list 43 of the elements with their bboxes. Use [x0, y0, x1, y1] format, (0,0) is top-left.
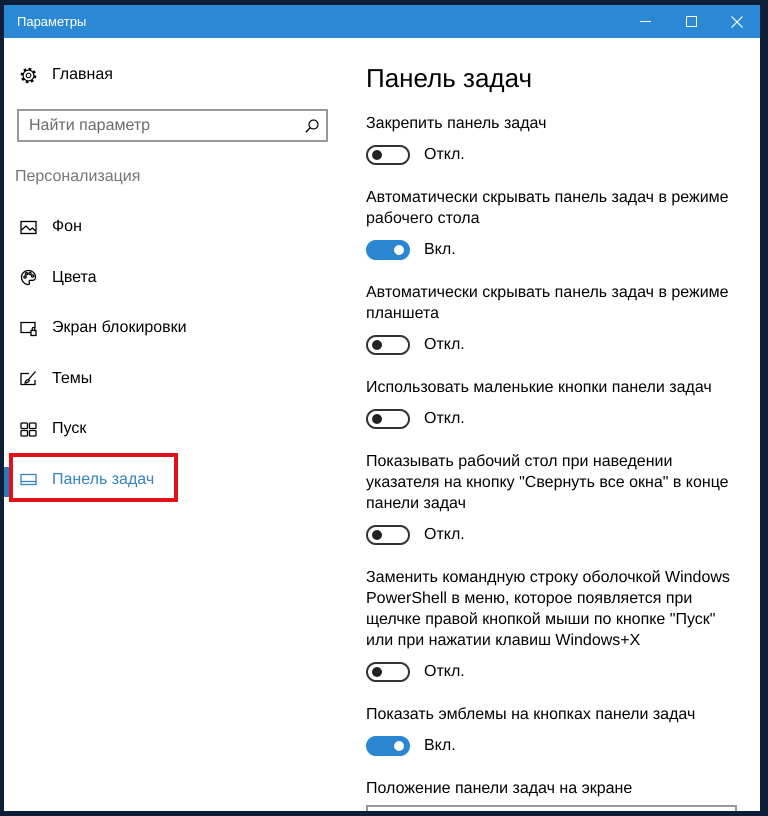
setting-label: Закрепить панель задач [366, 114, 548, 134]
toggle-state-label: Откл. [424, 524, 465, 544]
setting-label: Автоматически скрывать панель задач в режиме рабочего стола [366, 188, 730, 228]
toggle-switch[interactable] [366, 662, 410, 682]
toggle-state-label: Откл. [424, 662, 465, 682]
tiles-icon [20, 420, 37, 438]
setting-label: Показать эмблемы на кнопках панели задач [366, 704, 696, 724]
monitor-lock-icon [20, 320, 37, 337]
toggle-state-label: Откл. [424, 334, 465, 354]
picture-icon [20, 218, 37, 236]
home-link[interactable]: Главная [4, 55, 344, 95]
toggle-switch[interactable] [366, 736, 410, 756]
dropdown-label: Положение панели задач на экране [366, 778, 634, 798]
palette-icon [20, 269, 37, 286]
window-title: Параметры [16, 12, 88, 31]
section-header: Персонализация [15, 167, 142, 187]
toggle-state-label: Вкл. [424, 240, 456, 260]
sidebar-item[interactable]: Темы [4, 354, 344, 404]
setting-label: Показывать рабочий стол при наведении указателя на кнопку "Свернуть все окна" в конце панели задач [366, 452, 730, 514]
sidebar-item[interactable]: Панель задач [4, 454, 344, 505]
page-title: Панель задач [366, 62, 534, 94]
search-icon [305, 118, 319, 132]
sidebar-item[interactable]: Пуск [4, 404, 344, 454]
toggle-state-label: Откл. [424, 144, 465, 164]
maximize-icon [686, 16, 696, 27]
theme-brush-icon [20, 370, 37, 388]
minimize-icon [640, 21, 650, 22]
toggle-state-label: Откл. [424, 408, 465, 428]
toggle-switch[interactable] [366, 524, 410, 544]
toggle-switch[interactable] [366, 240, 410, 260]
toggle-state-label: Вкл. [424, 736, 456, 756]
sidebar-item[interactable]: Цвета [4, 252, 344, 303]
sidebar-item[interactable]: Экран блокировки [4, 303, 344, 354]
gear-icon [20, 66, 37, 84]
toggle-switch[interactable] [366, 334, 410, 354]
setting-label: Автоматически скрывать панель задач в режиме планшета [366, 282, 730, 324]
close-icon [731, 16, 743, 28]
toggle-switch[interactable] [366, 408, 410, 428]
search-field[interactable]: Найти параметр [17, 109, 328, 142]
sidebar-item[interactable]: Фон [4, 202, 344, 252]
setting-label: Использовать маленькие кнопки панели задач [366, 378, 713, 398]
setting-label: Заменить командную строку оболочкой Windows PowerShell в меню, которое появляется при щелчке правой кнопкой мыши по кнопке "Пуск" или при нажатии клавиш Windows+X [366, 568, 731, 650]
toggle-switch[interactable] [366, 144, 410, 164]
